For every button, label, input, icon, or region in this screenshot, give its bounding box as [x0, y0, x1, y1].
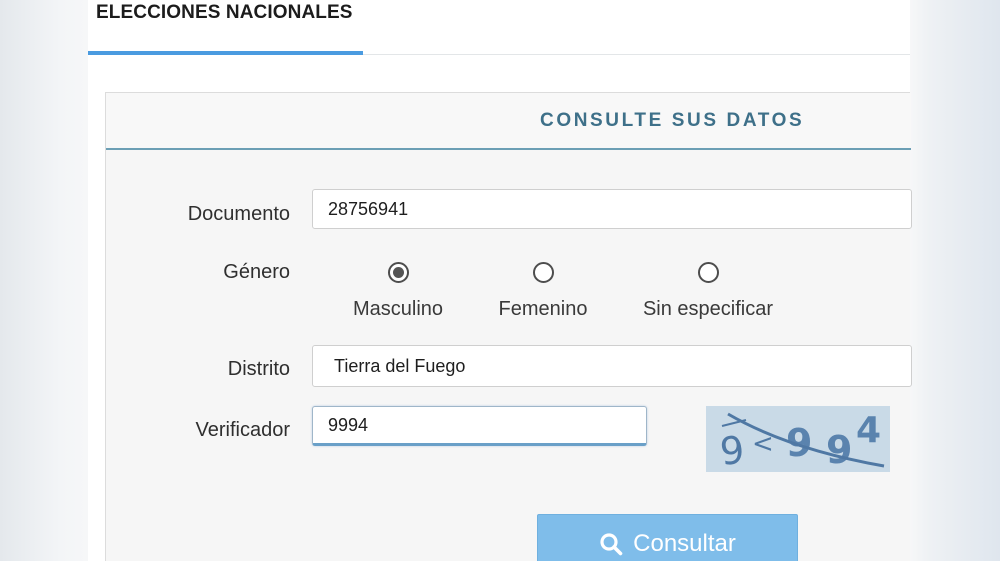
consultar-button[interactable]: Consultar [537, 514, 798, 561]
tab-label: ELECCIONES NACIONALES [96, 2, 353, 23]
documento-value: 28756941 [328, 198, 409, 219]
radio-masculino[interactable]: Masculino [338, 262, 458, 321]
documento-label: Documento [187, 203, 290, 225]
radio-sin-especificar-label: Sin especificar [642, 298, 774, 320]
captcha-char-5: 4 [856, 410, 881, 451]
radio-sin-especificar-circle[interactable] [697, 262, 719, 283]
verificador-label: Verificador [195, 419, 291, 441]
panel-header: CONSULTE SUS DATOS [106, 93, 911, 150]
search-icon [600, 533, 623, 556]
documento-input[interactable]: 28756941 [312, 189, 912, 229]
captcha-image: 9 < 9 9 4 [706, 406, 890, 474]
captcha-char-1: 9 [718, 428, 747, 472]
consultar-label: Consultar [633, 530, 736, 557]
distrito-label: Distrito [227, 358, 290, 380]
distrito-value: Tierra del Fuego [334, 355, 466, 376]
tab-bar: ELECCIONES NACIONALES [88, 0, 910, 55]
captcha-graphic: 9 < 9 9 4 [718, 410, 885, 474]
panel-title: CONSULTE SUS DATOS [540, 110, 805, 131]
verificador-value: 9994 [328, 414, 369, 435]
verificador-input[interactable]: 9994 [312, 406, 647, 446]
radio-masculino-label: Masculino [352, 298, 444, 320]
radio-sin-especificar[interactable]: Sin especificar [633, 262, 783, 321]
radio-femenino[interactable]: Femenino [488, 262, 598, 321]
radio-femenino-label: Femenino [498, 298, 588, 320]
captcha-char-4: 9 [826, 428, 852, 472]
page: ELECCIONES NACIONALES CONSULTE SUS DATOS… [88, 0, 912, 561]
radio-masculino-circle[interactable] [387, 262, 409, 283]
tab-elecciones-nacionales[interactable]: ELECCIONES NACIONALES [88, 0, 363, 55]
distrito-select[interactable]: Tierra del Fuego [312, 345, 912, 387]
genero-label: Género [223, 261, 290, 283]
form-panel: CONSULTE SUS DATOS Documento 28756941 Gé… [105, 92, 912, 561]
radio-femenino-circle[interactable] [532, 262, 554, 283]
